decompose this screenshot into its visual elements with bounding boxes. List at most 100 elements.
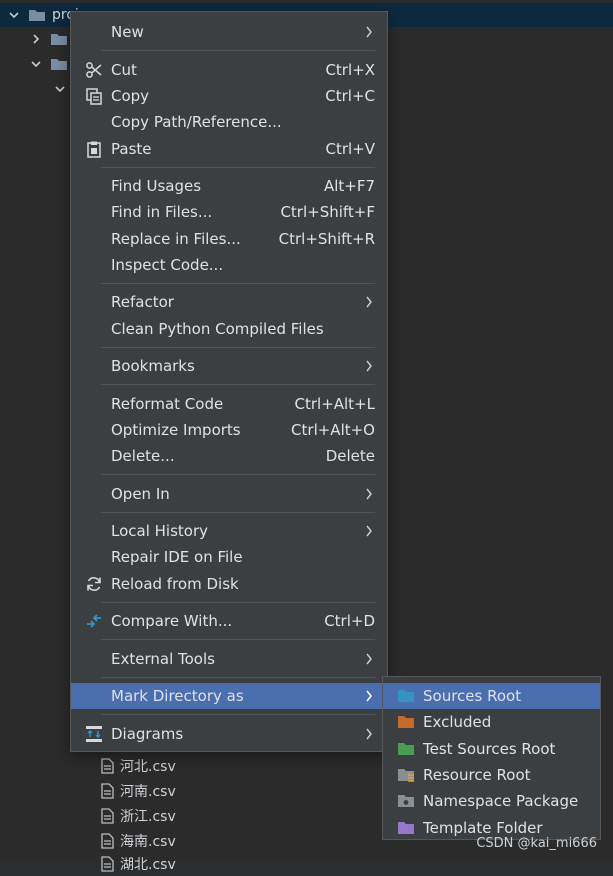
submenu-item-label: Excluded	[423, 713, 492, 731]
chevron-right-icon	[366, 690, 372, 702]
menu-item-label: Refactor	[111, 293, 174, 311]
menu-item-cut[interactable]: Cut Ctrl+X	[71, 57, 387, 83]
menu-item-external-tools[interactable]: External Tools	[71, 646, 387, 672]
menu-separator	[101, 602, 375, 603]
menu-item-diagrams[interactable]: Diagrams	[71, 721, 387, 747]
shortcut-label: Ctrl+Alt+O	[291, 421, 375, 439]
shortcut-label: Alt+F7	[323, 177, 375, 195]
menu-item-label: Delete...	[111, 447, 175, 465]
submenu-item-label: Namespace Package	[423, 792, 579, 810]
shortcut-label: Ctrl+X	[325, 61, 375, 79]
csv-file-icon	[101, 856, 114, 872]
menu-item-label: Copy Path/Reference...	[111, 113, 282, 131]
menu-item-label: Find Usages	[111, 177, 202, 195]
menu-item-new[interactable]: New	[71, 19, 387, 45]
submenu-item-test-sources-root[interactable]: Test Sources Root	[383, 736, 600, 762]
mark-directory-submenu: Sources Root Excluded Test Sources Root …	[382, 676, 601, 840]
diagram-icon	[85, 725, 103, 743]
menu-item-inspect-code[interactable]: Inspect Code...	[71, 252, 387, 278]
menu-item-label: Find in Files...	[111, 203, 213, 221]
menu-separator	[101, 384, 375, 385]
file-label: 河南.csv	[120, 784, 176, 800]
submenu-item-resource-root[interactable]: Resource Root	[383, 762, 600, 788]
menu-item-label: External Tools	[111, 650, 215, 668]
chevron-down-icon[interactable]	[30, 58, 42, 70]
shortcut-label: Ctrl+C	[325, 87, 375, 105]
folder-icon	[51, 59, 67, 70]
chevron-right-icon	[366, 296, 372, 308]
menu-item-label: Open In	[111, 485, 170, 503]
menu-separator	[101, 714, 375, 715]
chevron-down-icon[interactable]	[8, 9, 20, 21]
menu-item-copy[interactable]: Copy Ctrl+C	[71, 83, 387, 109]
menu-separator	[101, 677, 375, 678]
submenu-item-label: Sources Root	[423, 687, 522, 705]
file-row[interactable]: 河北.csv	[100, 754, 176, 778]
chevron-right-icon	[366, 653, 372, 665]
file-row[interactable]: 浙江.csv	[100, 804, 176, 828]
menu-item-label: Bookmarks	[111, 357, 195, 375]
menu-item-paste[interactable]: Paste Ctrl+V	[71, 136, 387, 162]
submenu-item-excluded[interactable]: Excluded	[383, 709, 600, 735]
menu-item-find-usages[interactable]: Find Usages Alt+F7	[71, 173, 387, 199]
menu-separator	[101, 512, 375, 513]
menu-item-open-in[interactable]: Open In	[71, 481, 387, 507]
menu-item-clean-python[interactable]: Clean Python Compiled Files	[71, 316, 387, 342]
chevron-right-icon	[366, 728, 372, 740]
submenu-item-sources-root[interactable]: Sources Root	[383, 683, 600, 709]
chevron-down-icon[interactable]	[54, 83, 66, 95]
menu-separator	[101, 283, 375, 284]
menu-item-reload-from-disk[interactable]: Reload from Disk	[71, 571, 387, 597]
folder-icon	[29, 10, 45, 21]
menu-item-label: Clean Python Compiled Files	[111, 320, 324, 338]
menu-item-replace-in-files[interactable]: Replace in Files... Ctrl+Shift+R	[71, 226, 387, 252]
package-folder-icon	[398, 795, 414, 807]
csv-file-icon	[101, 808, 114, 824]
file-row[interactable]: 湖北.csv	[100, 852, 176, 876]
menu-item-local-history[interactable]: Local History	[71, 518, 387, 544]
menu-item-find-in-files[interactable]: Find in Files... Ctrl+Shift+F	[71, 199, 387, 225]
file-label: 河北.csv	[120, 759, 176, 775]
copy-icon	[85, 87, 103, 105]
shortcut-label: Ctrl+Shift+F	[280, 203, 375, 221]
context-menu: New Cut Ctrl+X Copy Ctrl+C Copy Path/Ref…	[70, 11, 388, 752]
menu-item-label: Mark Directory as	[111, 687, 244, 705]
menu-item-delete[interactable]: Delete... Delete	[71, 443, 387, 469]
reload-icon	[85, 575, 103, 593]
tree-row[interactable]	[0, 77, 66, 101]
chevron-right-icon	[366, 26, 372, 38]
menu-item-bookmarks[interactable]: Bookmarks	[71, 353, 387, 379]
menu-item-label: Repair IDE on File	[111, 548, 243, 566]
shortcut-label: Ctrl+D	[324, 612, 375, 630]
chevron-right-icon	[366, 525, 372, 537]
menu-item-optimize-imports[interactable]: Optimize Imports Ctrl+Alt+O	[71, 417, 387, 443]
file-row[interactable]: 河南.csv	[100, 779, 176, 803]
csv-file-icon	[101, 758, 114, 774]
menu-item-repair-ide[interactable]: Repair IDE on File	[71, 544, 387, 570]
menu-item-reformat-code[interactable]: Reformat Code Ctrl+Alt+L	[71, 391, 387, 417]
menu-item-label: Reload from Disk	[111, 575, 239, 593]
shortcut-label: Ctrl+Alt+L	[294, 395, 376, 413]
menu-item-mark-directory-as[interactable]: Mark Directory as	[71, 683, 387, 709]
menu-separator	[101, 639, 375, 640]
file-row[interactable]: 海南.csv	[100, 829, 176, 853]
scissors-icon	[85, 61, 103, 79]
submenu-item-namespace-package[interactable]: Namespace Package	[383, 788, 600, 814]
menu-item-label: Reformat Code	[111, 395, 224, 413]
file-label: 海南.csv	[120, 834, 176, 850]
menu-item-label: Optimize Imports	[111, 421, 241, 439]
submenu-item-label: Resource Root	[423, 766, 531, 784]
folder-icon	[51, 34, 67, 45]
menu-item-refactor[interactable]: Refactor	[71, 289, 387, 315]
folder-icon	[398, 716, 414, 728]
menu-item-label: Inspect Code...	[111, 256, 224, 274]
tree-row[interactable]	[0, 52, 68, 76]
submenu-item-label: Template Folder	[423, 819, 543, 837]
menu-separator	[101, 50, 375, 51]
file-label: 湖北.csv	[120, 857, 176, 873]
menu-item-compare-with[interactable]: Compare With... Ctrl+D	[71, 608, 387, 634]
chevron-right-icon[interactable]	[30, 33, 42, 45]
menu-item-copy-path[interactable]: Copy Path/Reference...	[71, 109, 387, 135]
tree-row[interactable]	[0, 27, 68, 51]
chevron-right-icon	[366, 360, 372, 372]
